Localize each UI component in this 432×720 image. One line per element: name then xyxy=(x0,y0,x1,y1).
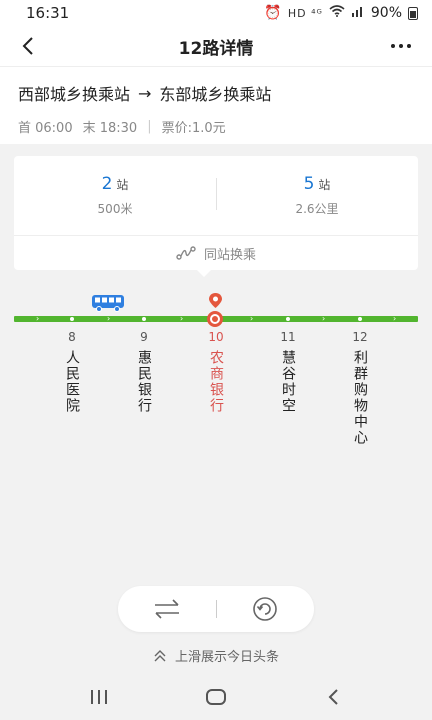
card-pointer xyxy=(197,270,211,277)
summary-right[interactable]: 5 站 2.6公里 xyxy=(216,156,418,235)
direction-chevron: › xyxy=(250,314,254,323)
route-from: 西部城乡换乘站 xyxy=(18,85,131,104)
right-distance: 2.6公里 xyxy=(295,202,339,216)
stop-name: 惠民银行 xyxy=(136,350,152,414)
stop-number: 8 xyxy=(68,330,76,344)
swipe-hint-text: 上滑展示今日头条 xyxy=(174,650,279,665)
more-button[interactable] xyxy=(386,34,416,58)
direction-chevron: › xyxy=(36,314,40,323)
current-stop-marker xyxy=(207,311,223,327)
stop-dot xyxy=(142,317,146,321)
route-icon xyxy=(176,246,196,260)
status-time: 16:31 xyxy=(26,4,70,22)
stop-dot xyxy=(70,317,74,321)
back-button[interactable] xyxy=(16,34,40,58)
system-back-button[interactable] xyxy=(313,677,353,717)
recent-apps-button[interactable] xyxy=(79,677,119,717)
summary-left[interactable]: 2 站 500米 xyxy=(14,156,216,235)
stop-number: 9 xyxy=(140,330,148,344)
stop-item-current[interactable]: 10 农商银行 xyxy=(204,330,228,418)
stop-item[interactable]: 8 人民医院 xyxy=(60,330,84,418)
stop-item[interactable]: 9 惠民银行 xyxy=(132,330,156,418)
direction-chevron: › xyxy=(322,314,326,323)
recent-apps-icon xyxy=(90,690,107,704)
stop-item[interactable]: 12 利群购物中心 xyxy=(348,330,372,450)
battery-percent: 90% xyxy=(370,5,402,21)
swap-direction-button[interactable] xyxy=(118,586,216,632)
home-button[interactable] xyxy=(196,677,236,717)
double-chevron-up-icon xyxy=(154,649,166,661)
system-nav-bar xyxy=(0,674,432,720)
app-header: 12路详情 xyxy=(0,26,432,66)
route-info: 西部城乡换乘站 → 东部城乡换乘站 首 06:00 末 18:30 | 票价:1… xyxy=(0,66,432,144)
meta-separator: | xyxy=(147,119,152,134)
more-dot xyxy=(407,44,411,48)
stop-number: 10 xyxy=(208,330,224,344)
transfer-label: 同站换乘 xyxy=(203,247,256,263)
last-bus-time: 末 18:30 xyxy=(82,121,138,136)
more-horizontal-icon xyxy=(391,44,395,48)
first-bus-time: 首 06:00 xyxy=(18,121,73,136)
fare: 票价:1.0元 xyxy=(161,121,226,136)
home-icon xyxy=(205,689,226,705)
stop-number: 12 xyxy=(352,330,368,344)
arrow-right-icon: → xyxy=(138,83,152,103)
more-dot xyxy=(399,44,403,48)
stop-name: 利群购物中心 xyxy=(352,350,368,446)
stop-name: 人民医院 xyxy=(64,350,80,414)
route-direction: 西部城乡换乘站 → 东部城乡换乘站 xyxy=(18,81,414,105)
right-stop-count: 5 xyxy=(303,174,315,194)
right-stop-unit: 站 xyxy=(318,178,331,192)
stop-dot xyxy=(286,317,290,321)
refresh-button[interactable] xyxy=(217,586,315,632)
network-indicators: HD ⁴ᴳ xyxy=(287,6,323,20)
battery-icon xyxy=(408,6,418,20)
refresh-icon xyxy=(253,597,278,621)
stop-number: 11 xyxy=(280,330,296,344)
back-triangle-icon xyxy=(328,689,339,705)
status-right: ⏰ HD ⁴ᴳ 90% xyxy=(264,5,418,21)
chevron-left-icon xyxy=(22,37,33,55)
location-pin-icon xyxy=(209,293,222,308)
route-to: 东部城乡换乘站 xyxy=(159,85,272,104)
direction-chevron: › xyxy=(180,314,184,323)
stop-name: 慧谷时空 xyxy=(280,350,296,414)
signal-icon xyxy=(351,5,365,21)
left-stop-count: 2 xyxy=(101,174,113,194)
page-title: 12路详情 xyxy=(178,38,254,59)
swipe-hint[interactable]: 上滑展示今日头条 xyxy=(0,646,432,665)
direction-chevron: › xyxy=(107,314,111,323)
stat-line: 2 站 xyxy=(102,174,129,194)
alarm-icon: ⏰ xyxy=(264,5,282,21)
stop-item[interactable]: 11 慧谷时空 xyxy=(276,330,300,418)
left-stop-unit: 站 xyxy=(116,178,129,192)
transfer-button[interactable]: 同站换乘 xyxy=(14,236,418,270)
stop-name: 农商银行 xyxy=(208,350,224,414)
action-pill xyxy=(118,586,314,632)
swap-direction-icon xyxy=(154,599,179,619)
summary-card: 2 站 500米 5 站 2.6公里 同站换乘 xyxy=(14,156,418,270)
route-meta: 首 06:00 末 18:30 | 票价:1.0元 xyxy=(18,117,414,136)
wifi-icon xyxy=(329,5,345,21)
bus-icon[interactable] xyxy=(91,294,125,312)
left-distance: 500米 xyxy=(97,202,133,216)
stat-line: 5 站 xyxy=(304,174,331,194)
stop-dot xyxy=(358,317,362,321)
summary-row: 2 站 500米 5 站 2.6公里 xyxy=(14,156,418,236)
direction-chevron: › xyxy=(393,314,397,323)
status-bar: 16:31 ⏰ HD ⁴ᴳ 90% xyxy=(0,0,432,26)
